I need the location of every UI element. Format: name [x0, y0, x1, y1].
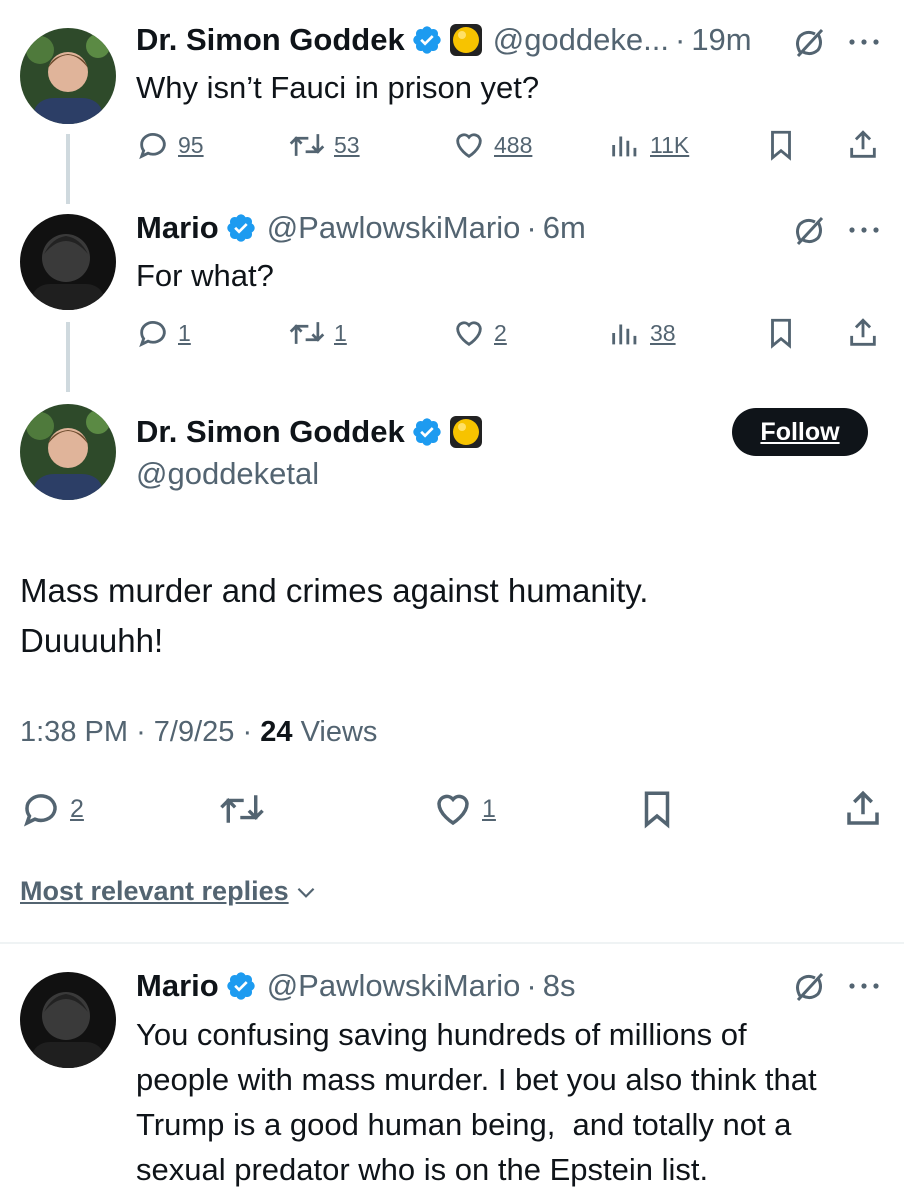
yellow-circle-emoji-icon — [449, 23, 483, 57]
grok-icon[interactable] — [792, 970, 826, 1004]
bookmark-icon[interactable] — [636, 788, 678, 830]
separator-dot: · — [136, 716, 146, 748]
reply-icon — [136, 128, 170, 162]
verified-badge-icon — [411, 416, 443, 448]
chevron-down-icon — [293, 879, 319, 905]
tweet-time[interactable]: 6m — [543, 210, 586, 246]
tweet-text-line: Mass murder and crimes against humanity. — [20, 572, 649, 609]
reply-count: 95 — [178, 131, 204, 158]
grok-icon[interactable] — [792, 26, 826, 60]
tweet-time[interactable]: 8s — [543, 968, 576, 1004]
share-icon[interactable] — [846, 128, 880, 162]
tweet-text: Why isn’t Fauci in prison yet? — [136, 70, 540, 105]
reply-button[interactable]: 1 — [136, 316, 191, 350]
like-button[interactable]: 488 — [452, 128, 532, 162]
reply-count: 2 — [70, 794, 84, 823]
tweet-text-line: Duuuuhh! — [20, 622, 164, 659]
thread-line — [66, 322, 70, 392]
tweet-text-line: people with mass murder. I bet you also … — [136, 1062, 817, 1097]
separator-dot: · — [526, 210, 537, 245]
views-button[interactable]: 38 — [608, 316, 676, 350]
share-icon[interactable] — [846, 316, 880, 350]
verified-badge-icon — [225, 212, 257, 244]
avatar-mario[interactable] — [20, 214, 116, 310]
replies-sort-label: Most relevant replies — [20, 876, 289, 906]
views-label: Views — [300, 716, 378, 748]
replies-sort-dropdown[interactable]: Most relevant replies — [20, 876, 319, 907]
like-icon — [432, 788, 474, 830]
tweet-text-line: You confusing saving hundreds of million… — [136, 1017, 747, 1052]
retweet-button[interactable]: 53 — [288, 128, 360, 162]
retweet-button[interactable]: 1 — [288, 316, 347, 350]
more-icon[interactable] — [848, 38, 880, 46]
retweet-icon — [288, 128, 326, 162]
follow-button[interactable]: Follow — [732, 408, 868, 456]
like-icon — [452, 128, 486, 162]
bookmark-icon[interactable] — [764, 128, 798, 162]
share-icon[interactable] — [842, 788, 884, 830]
author-handle[interactable]: @PawlowskiMario — [267, 210, 521, 246]
views-count: 38 — [650, 319, 676, 346]
reply-button[interactable]: 2 — [20, 788, 84, 830]
retweet-icon — [288, 316, 326, 350]
like-count: 2 — [494, 319, 507, 346]
author-name[interactable]: Dr. Simon Goddek — [136, 414, 405, 450]
like-count: 1 — [482, 794, 496, 823]
tweet-text-line: sexual predator who is on the Epstein li… — [136, 1152, 709, 1187]
reply-icon — [136, 316, 170, 350]
retweet-count: 1 — [334, 319, 347, 346]
views-button[interactable]: 11K — [608, 128, 689, 162]
separator-dot: · — [526, 968, 537, 1003]
retweet-icon[interactable] — [218, 788, 266, 830]
verified-badge-icon — [225, 970, 257, 1002]
tweet-text: For what? — [136, 258, 274, 293]
grok-icon[interactable] — [792, 214, 826, 248]
retweet-count: 53 — [334, 131, 360, 158]
reply-count: 1 — [178, 319, 191, 346]
tweet-time[interactable]: 1:38 PM — [20, 716, 128, 748]
separator-dot: · — [674, 22, 686, 57]
views-icon — [608, 128, 642, 162]
author-name[interactable]: Dr. Simon Goddek — [136, 22, 405, 58]
tweet-time[interactable]: 19m — [691, 22, 751, 58]
author-handle[interactable]: @goddeketal — [136, 456, 319, 492]
verified-badge-icon — [411, 24, 443, 56]
author-handle[interactable]: @PawlowskiMario — [267, 968, 521, 1004]
reply-icon — [20, 788, 62, 830]
thread-line — [66, 134, 70, 204]
like-icon — [452, 316, 486, 350]
like-button[interactable]: 1 — [432, 788, 496, 830]
avatar-simon[interactable] — [20, 404, 116, 500]
like-count: 488 — [494, 131, 533, 158]
tweet-date[interactable]: 7/9/25 — [154, 716, 235, 748]
more-icon[interactable] — [848, 226, 880, 234]
author-name[interactable]: Mario — [136, 968, 219, 1004]
divider — [0, 942, 904, 944]
more-icon[interactable] — [848, 982, 880, 990]
yellow-circle-emoji-icon — [449, 415, 483, 449]
avatar-simon[interactable] — [20, 28, 116, 124]
avatar-mario[interactable] — [20, 972, 116, 1068]
separator-dot: · — [242, 716, 253, 748]
author-handle[interactable]: @goddeke... — [493, 22, 669, 58]
author-name[interactable]: Mario — [136, 210, 219, 246]
like-button[interactable]: 2 — [452, 316, 507, 350]
tweet-meta: 1:38 PM · 7/9/25 · 24 Views — [20, 716, 377, 749]
tweet-text-line: Trump is a good human being, and totally… — [136, 1107, 792, 1142]
bookmark-icon[interactable] — [764, 316, 798, 350]
views-icon — [608, 316, 642, 350]
views-count: 24 — [260, 716, 293, 748]
views-count: 11K — [650, 131, 690, 158]
reply-button[interactable]: 95 — [136, 128, 204, 162]
